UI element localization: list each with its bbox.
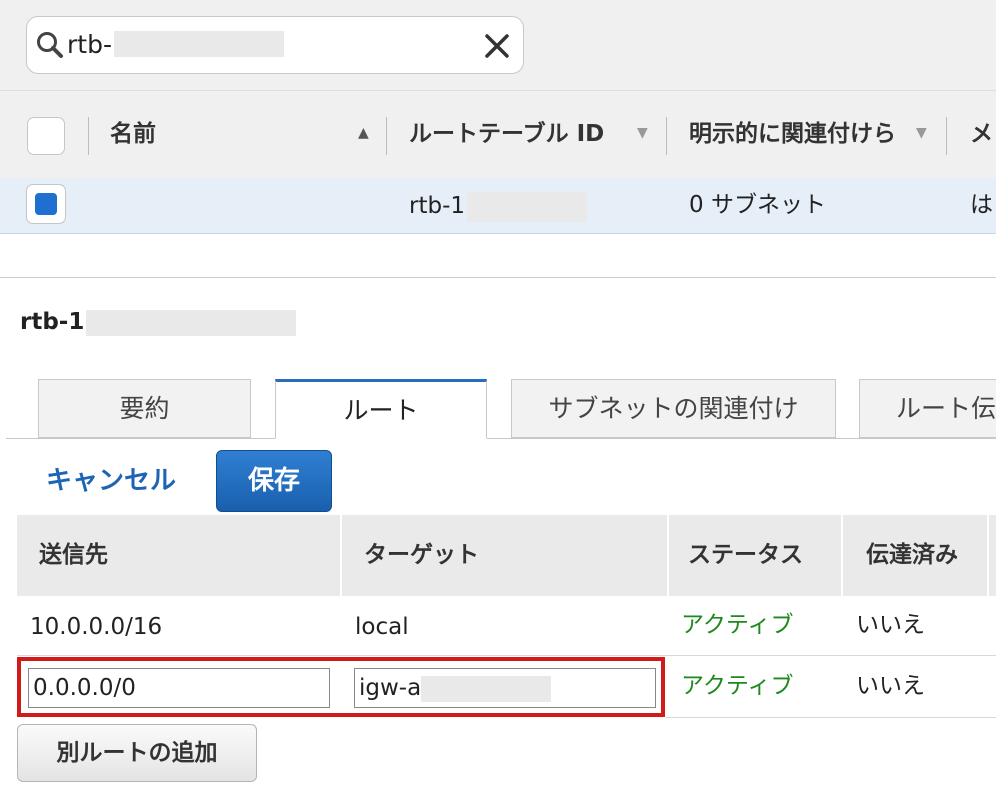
search-value: rtb- [67, 30, 284, 60]
destination-cell: 10.0.0.0/16 [30, 614, 163, 640]
target-field[interactable]: igw-a [354, 668, 656, 708]
redacted-text [86, 309, 297, 336]
redacted-text [421, 675, 552, 702]
column-separator [340, 515, 342, 596]
save-button[interactable]: 保存 [216, 450, 332, 512]
column-header-destination: 送信先 [39, 542, 108, 568]
search-input[interactable]: rtb- [26, 16, 524, 74]
tab-summary[interactable]: 要約 [38, 379, 251, 438]
redacted-text [467, 191, 588, 222]
search-icon [37, 32, 63, 58]
status-badge: アクティブ [681, 673, 794, 699]
row-divider [665, 717, 996, 718]
row-checkbox[interactable] [26, 184, 66, 224]
column-header-main[interactable]: メ [970, 119, 993, 149]
section-divider [0, 277, 996, 278]
search-area: rtb- [0, 0, 996, 90]
routes-table-header: 送信先 ターゲット ステータス 伝達済み [17, 515, 996, 596]
column-header-explicit-association[interactable]: 明示的に関連付けら [689, 119, 914, 149]
tab-route-propagation[interactable]: ルート伝 [859, 379, 996, 438]
column-separator [946, 117, 947, 155]
chevron-down-icon[interactable]: ▼ [916, 125, 927, 141]
status-badge: アクティブ [681, 612, 794, 638]
target-cell: local [355, 614, 409, 640]
route-table-id-cell: rtb-1 [409, 191, 588, 222]
explicit-association-cell: 0 サブネット [689, 192, 826, 218]
propagated-cell: いいえ [856, 673, 925, 699]
column-header-status: ステータス [688, 542, 803, 568]
chevron-down-icon[interactable]: ▼ [637, 125, 648, 141]
column-separator [667, 515, 669, 596]
sort-ascending-icon[interactable]: ▲ [358, 125, 369, 141]
select-all-checkbox[interactable] [27, 117, 65, 155]
column-separator [88, 117, 89, 155]
propagated-cell: いいえ [856, 612, 925, 638]
column-header-name[interactable]: 名前 [110, 119, 156, 149]
table-row[interactable]: rtb-1 0 サブネット は [0, 178, 996, 234]
column-separator [666, 117, 667, 155]
column-separator [987, 515, 989, 596]
redacted-text [113, 31, 284, 57]
detail-title: rtb-1 [20, 307, 297, 337]
tab-subnet-associations[interactable]: サブネットの関連付け [511, 379, 836, 438]
close-icon[interactable] [482, 31, 512, 61]
column-header-propagated: 伝達済み [866, 542, 958, 568]
tab-routes[interactable]: ルート [275, 379, 487, 439]
row-divider [17, 655, 996, 656]
tab-baseline [6, 438, 996, 439]
cancel-button[interactable]: キャンセル [46, 463, 176, 499]
column-header-route-table-id[interactable]: ルートテーブル ID [409, 119, 604, 149]
column-separator [386, 117, 387, 155]
add-route-button[interactable]: 別ルートの追加 [17, 724, 257, 782]
main-cell: は [970, 192, 993, 218]
destination-field[interactable]: 0.0.0.0/0 [28, 668, 330, 708]
column-header-target: ターゲット [364, 542, 479, 568]
column-separator [841, 515, 843, 596]
checkbox-checked-mark [35, 193, 57, 215]
table-header: 名前 ▲ ルートテーブル ID ▼ 明示的に関連付けら ▼ メ [0, 90, 996, 178]
